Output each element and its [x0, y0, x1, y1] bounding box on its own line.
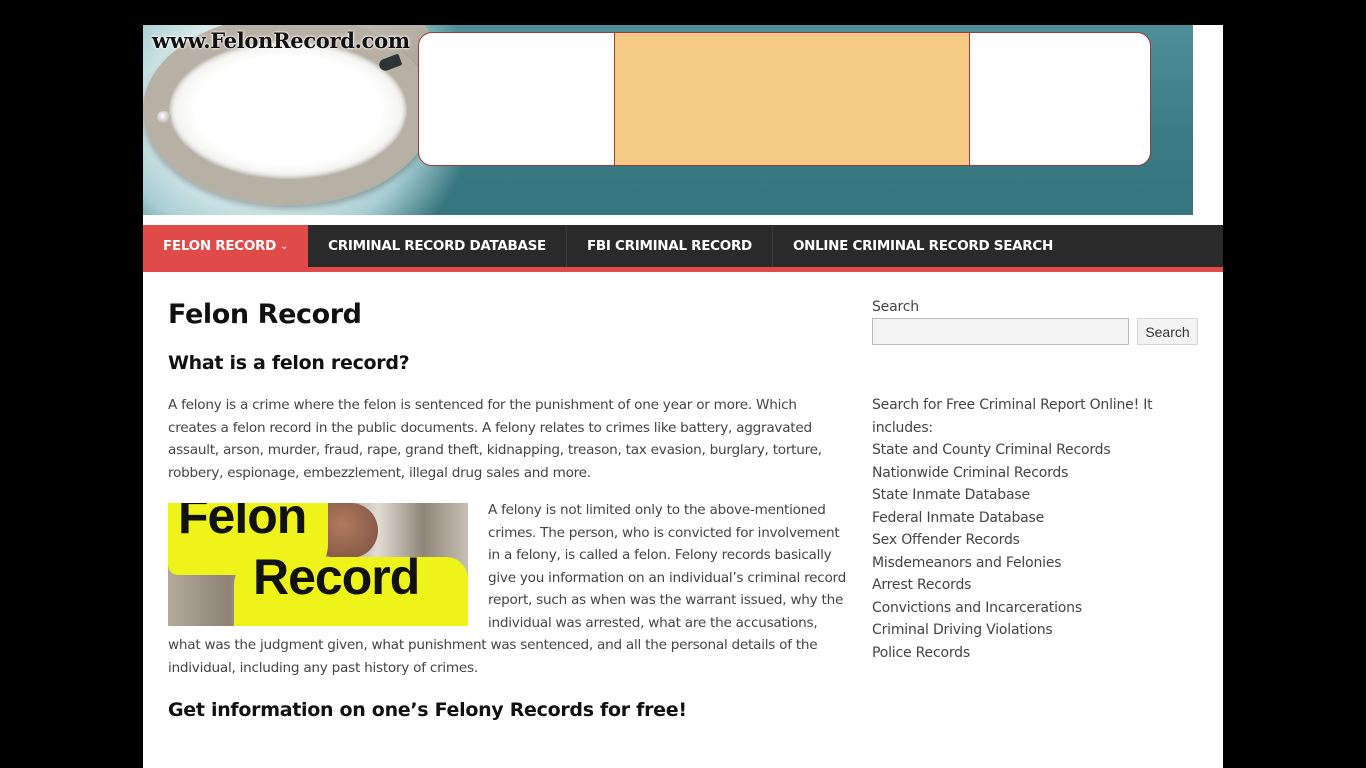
- paragraph-details-wrapper: Felon Record A felony is not limited onl…: [168, 499, 848, 679]
- page-title: Felon Record: [168, 299, 362, 330]
- search-button[interactable]: Search: [1137, 318, 1198, 345]
- image-text-line2: Record: [253, 549, 420, 605]
- image-text-line1: Felon: [178, 503, 307, 544]
- nav-item-label: FELON RECORD: [163, 238, 277, 254]
- chevron-down-icon: ⌄: [280, 240, 289, 252]
- nav-item-label: CRIMINAL RECORD DATABASE: [328, 238, 546, 254]
- paragraph-intro: A felony is a crime where the felon is s…: [168, 397, 822, 481]
- sidebar-record-list: State and County Criminal Records Nation…: [872, 439, 1202, 664]
- sidebar-item-state-county-records[interactable]: State and County Criminal Records: [872, 439, 1202, 462]
- sidebar-item-arrest-records[interactable]: Arrest Records: [872, 574, 1202, 597]
- ad-center-panel: [614, 33, 970, 165]
- search-form: Search: [872, 318, 1202, 345]
- main-content: Felon Record What is a felon record? A f…: [168, 295, 848, 721]
- sidebar-item-state-inmate-database[interactable]: State Inmate Database: [872, 484, 1202, 507]
- page-container: www.FelonRecord.com FELON RECORD ⌄ CRIMI…: [143, 25, 1223, 768]
- sidebar-item-convictions-incarcerations[interactable]: Convictions and Incarcerations: [872, 597, 1202, 620]
- search-input[interactable]: [872, 318, 1129, 345]
- nav-item-label: ONLINE CRIMINAL RECORD SEARCH: [792, 238, 1054, 254]
- section-heading-what-is: What is a felon record?: [168, 352, 410, 374]
- sidebar-item-police-records[interactable]: Police Records: [872, 642, 1202, 665]
- sidebar-item-nationwide-records[interactable]: Nationwide Criminal Records: [872, 462, 1202, 485]
- sidebar-item-criminal-driving-violations[interactable]: Criminal Driving Violations: [872, 619, 1202, 642]
- rivet-graphic: [157, 111, 171, 123]
- nav-item-label: FBI CRIMINAL RECORD: [586, 238, 752, 254]
- site-logo-text[interactable]: www.FelonRecord.com: [152, 28, 410, 53]
- nav-item-felon-record[interactable]: FELON RECORD ⌄: [143, 225, 309, 267]
- main-navigation: FELON RECORD ⌄ CRIMINAL RECORD DATABASE …: [143, 225, 1223, 272]
- header-ad-banner[interactable]: [418, 32, 1151, 166]
- sidebar: Search Search Search for Free Criminal R…: [872, 299, 1202, 664]
- header-banner[interactable]: www.FelonRecord.com: [143, 25, 1193, 215]
- nav-item-online-criminal-record-search[interactable]: ONLINE CRIMINAL RECORD SEARCH: [773, 225, 1073, 267]
- search-label: Search: [872, 299, 919, 315]
- felon-record-image: Felon Record: [168, 503, 468, 626]
- nav-item-fbi-criminal-record[interactable]: FBI CRIMINAL RECORD: [567, 225, 773, 267]
- nav-item-criminal-record-database[interactable]: CRIMINAL RECORD DATABASE: [308, 225, 567, 267]
- section-heading-get-info: Get information on one’s Felony Records …: [168, 699, 687, 721]
- sidebar-item-misdemeanors-felonies[interactable]: Misdemeanors and Felonies: [872, 552, 1202, 575]
- sidebar-item-sex-offender-records[interactable]: Sex Offender Records: [872, 529, 1202, 552]
- sidebar-intro-text: Search for Free Criminal Report Online! …: [872, 397, 1153, 436]
- sidebar-item-federal-inmate-database[interactable]: Federal Inmate Database: [872, 507, 1202, 530]
